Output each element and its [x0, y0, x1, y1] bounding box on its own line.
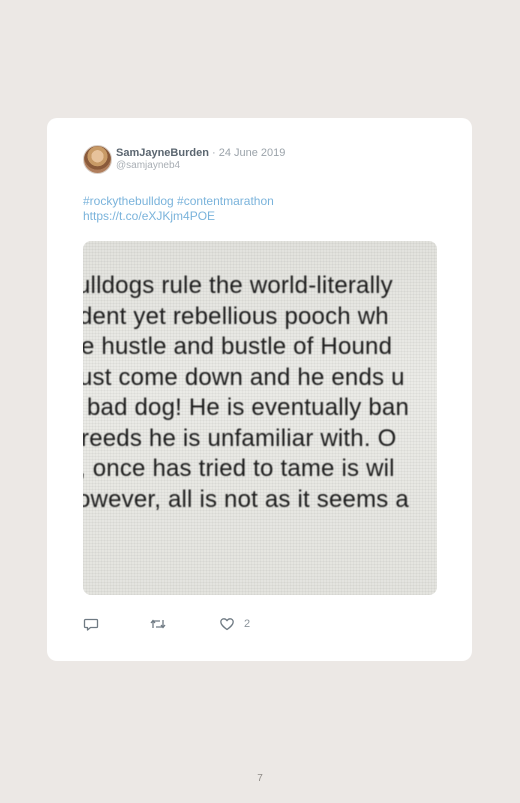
photo-text-line: bad dog! He is eventually ban [87, 394, 410, 421]
tweet-date[interactable]: 24 June 2019 [219, 147, 286, 159]
like-count: 2 [244, 618, 251, 630]
tweet-card: SamJayneBurden · 24 June 2019 @samjayneb… [47, 118, 472, 661]
photo-text-line: ust come down and he ends u [83, 363, 405, 391]
photo-text: ulldogs rule the world-literally dent ye… [83, 271, 409, 515]
photo-text-line: e hustle and bustle of Hound [83, 333, 393, 360]
separator: · [212, 147, 216, 159]
tweet-text: #rockythebulldog #contentmarathon https:… [83, 194, 274, 224]
reply-button[interactable] [83, 616, 99, 632]
page-number: 7 [257, 773, 263, 784]
photo-text-line: , once has tried to tame is wil [83, 455, 395, 482]
photo-text-line: reeds he is unfamiliar with. O [83, 424, 397, 452]
hashtags[interactable]: #rockythebulldog #contentmarathon [83, 194, 274, 209]
reply-icon [83, 618, 99, 631]
author-name[interactable]: SamJayneBurden [116, 147, 209, 159]
tweet-header: SamJayneBurden · 24 June 2019 @samjayneb… [116, 147, 285, 172]
avatar[interactable] [83, 145, 112, 174]
retweet-button[interactable] [149, 616, 167, 632]
tweet-link[interactable]: https://t.co/eXJKjm4POE [83, 209, 274, 224]
tweet-actions: 2 [83, 616, 283, 632]
photo-text-line: owever, all is not as it seems a [83, 485, 409, 513]
like-button[interactable]: 2 [219, 616, 250, 632]
heart-icon [220, 618, 234, 631]
photo-text-line: ulldogs rule the world-literally [83, 272, 393, 299]
retweet-icon [150, 619, 166, 629]
photo-text-line: dent yet rebellious pooch wh [83, 302, 389, 330]
tweet-photo[interactable]: ulldogs rule the world-literally dent ye… [83, 241, 437, 595]
author-handle[interactable]: @samjayneb4 [116, 160, 285, 172]
